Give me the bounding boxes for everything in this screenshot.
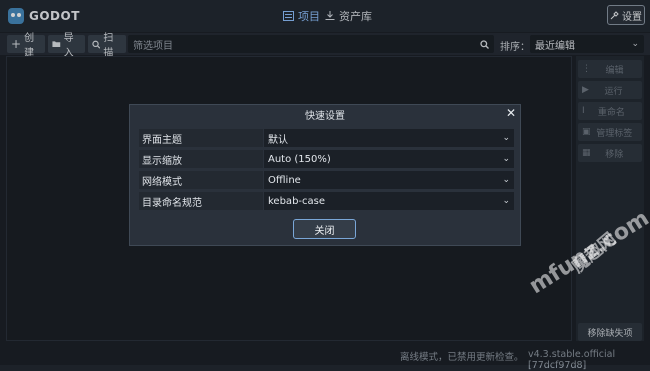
network-mode-select[interactable]: Offline ⌄ [264,171,514,189]
display-scale-select[interactable]: Auto (150%) ⌄ [264,150,514,168]
directory-naming-select[interactable]: kebab-case ⌄ [264,192,514,210]
chevron-down-icon: ⌄ [502,133,510,143]
network-mode-select-value: Offline [268,174,301,186]
chevron-down-icon: ⌄ [502,175,510,185]
theme-label: 界面主题 [139,129,263,147]
network-mode-label: 网络模式 [139,171,263,189]
theme-select-value: 默认 [268,134,288,146]
chevron-down-icon: ⌄ [502,154,510,164]
close-button[interactable]: 关闭 [293,219,356,239]
directory-naming-label: 目录命名规范 [139,192,263,210]
chevron-down-icon: ⌄ [502,196,510,206]
theme-select[interactable]: 默认 ⌄ [264,129,514,147]
directory-naming-select-value: kebab-case [268,195,326,207]
close-icon[interactable]: ✕ [506,106,516,120]
display-scale-label: 显示缩放 [139,150,263,168]
dialog-title: 快速设置 [305,111,345,122]
display-scale-select-value: Auto (150%) [268,153,331,165]
